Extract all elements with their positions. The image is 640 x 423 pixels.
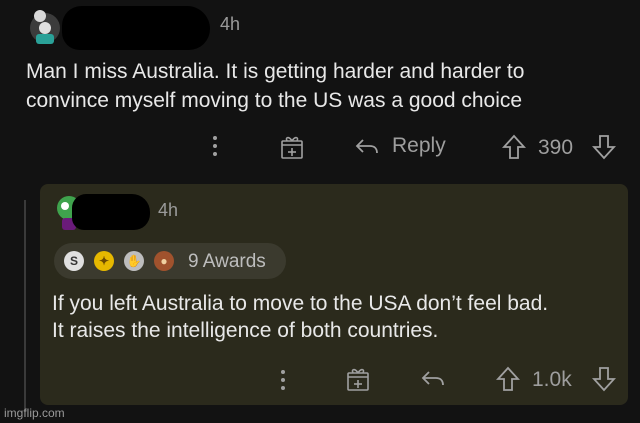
avatar[interactable] <box>28 8 62 46</box>
comment-body: Man I miss Australia. It is getting hard… <box>26 57 626 115</box>
give-award-icon[interactable] <box>346 366 370 392</box>
reply-icon[interactable] <box>420 366 446 390</box>
awards-count: 9 Awards <box>188 251 266 272</box>
reply-timestamp: 4h <box>158 200 179 220</box>
redaction-mark <box>72 194 150 230</box>
silver-award-icon: S <box>64 251 84 271</box>
reply-text-line: It raises the intelligence of both count… <box>52 319 439 342</box>
reply-body: If you left Australia to move to the USA… <box>52 290 624 344</box>
reply-action-bar: 1.0k <box>0 360 640 400</box>
more-options-icon[interactable] <box>280 368 286 392</box>
awards-pill[interactable]: S ✦ ✋ ● 9 Awards <box>54 243 286 279</box>
reply-button[interactable]: Reply <box>354 134 446 158</box>
comment-text-line: convince myself moving to the US was a g… <box>26 89 523 112</box>
watermark: imgflip.com <box>4 406 65 420</box>
give-award-icon[interactable] <box>280 134 304 160</box>
face-award-icon: ● <box>154 251 174 271</box>
gold-star-award-icon: ✦ <box>94 251 114 271</box>
upvote-icon[interactable] <box>502 134 526 160</box>
upvote-icon[interactable] <box>496 366 520 392</box>
hands-award-icon: ✋ <box>124 251 144 271</box>
downvote-icon[interactable] <box>592 366 616 392</box>
comment-action-bar: Reply 390 <box>0 128 640 168</box>
comment-text-line: Man I miss Australia. It is getting hard… <box>26 60 525 83</box>
reply-icon <box>355 139 378 154</box>
comment-timestamp: 4h <box>220 14 241 34</box>
downvote-icon[interactable] <box>592 134 616 160</box>
redaction-mark <box>62 6 210 50</box>
vote-score: 1.0k <box>532 368 572 391</box>
reply-text-line: If you left Australia to move to the USA… <box>52 292 549 315</box>
vote-score: 390 <box>538 136 574 159</box>
reply-label: Reply <box>392 134 446 157</box>
more-options-icon[interactable] <box>212 134 218 158</box>
